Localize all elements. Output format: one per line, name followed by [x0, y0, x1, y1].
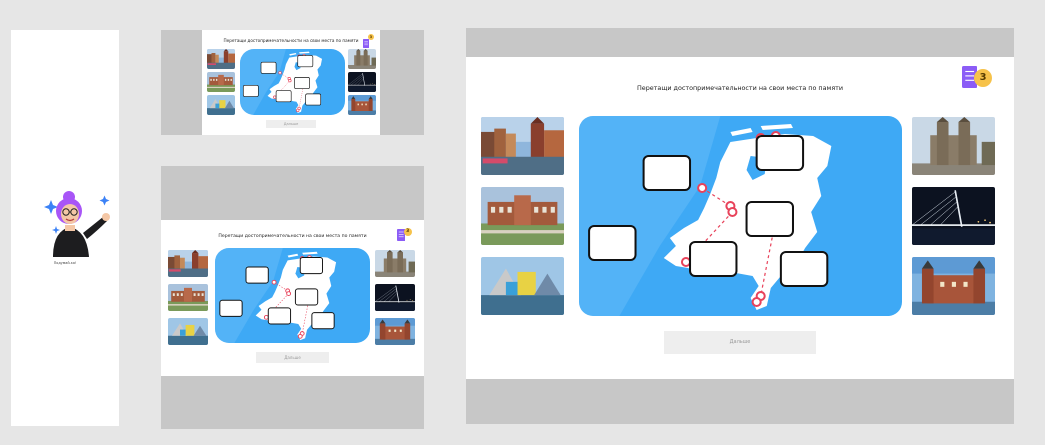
bottom-frame — [466, 379, 1014, 424]
map-marker — [697, 183, 708, 193]
drop-target-box[interactable] — [311, 312, 335, 330]
amsterdam-canal-photo[interactable] — [168, 250, 208, 277]
groninger-museum-photo[interactable] — [207, 95, 235, 115]
het-loo-palace-photo[interactable] — [168, 284, 208, 311]
map-marker — [286, 291, 292, 296]
maastricht-basilica-photo[interactable] — [912, 117, 995, 175]
map-marker — [288, 79, 292, 83]
drop-target-box[interactable] — [267, 307, 292, 325]
amsterdam-canal-photo[interactable] — [207, 49, 235, 69]
muiderslot-castle-photo[interactable] — [375, 318, 415, 345]
drop-target-box[interactable] — [297, 55, 314, 68]
drop-target-box[interactable] — [299, 257, 324, 275]
drop-target-box[interactable] — [689, 241, 738, 277]
netherlands-map — [579, 116, 902, 316]
erasmus-bridge-photo[interactable] — [375, 284, 415, 311]
amsterdam-canal-photo[interactable] — [481, 117, 564, 175]
side-frame-left — [161, 30, 202, 135]
top-frame — [161, 166, 424, 220]
preview-content-medium: Перетащи достопримечательности на свои м… — [161, 220, 424, 376]
muiderslot-castle-photo[interactable] — [912, 257, 995, 315]
continue-button[interactable]: Дальше — [256, 352, 329, 363]
maastricht-basilica-photo[interactable] — [375, 250, 415, 277]
drop-target-box[interactable] — [588, 225, 637, 261]
map-marker — [680, 257, 692, 267]
drop-target-box[interactable] — [245, 266, 269, 284]
map-marker — [296, 108, 300, 113]
score-badge: 3 — [403, 227, 412, 236]
mascot-caption: Подумай-ка! — [53, 261, 77, 265]
drop-target-box[interactable] — [745, 201, 794, 237]
drop-target-box[interactable] — [294, 288, 319, 306]
top-frame — [466, 28, 1014, 57]
het-loo-palace-photo[interactable] — [207, 72, 235, 92]
netherlands-map — [215, 248, 370, 343]
continue-button[interactable]: Дальше — [664, 331, 816, 354]
map-marker — [273, 95, 277, 99]
bottom-frame — [161, 376, 424, 429]
mascot-girl-illustration — [44, 191, 110, 257]
erasmus-bridge-photo[interactable] — [912, 187, 995, 245]
drop-target-box[interactable] — [642, 155, 692, 191]
drop-target-box[interactable] — [755, 135, 805, 171]
preview-screen-small: Перетащи достопримечательности на свои м… — [161, 30, 424, 135]
continue-button[interactable]: Дальше — [266, 120, 316, 128]
drop-target-box[interactable] — [305, 93, 322, 106]
map-marker — [263, 314, 269, 320]
drop-target-box[interactable] — [779, 251, 829, 287]
map-marker — [278, 71, 282, 75]
groninger-museum-photo[interactable] — [168, 318, 208, 345]
side-frame-right — [380, 30, 424, 135]
task-title: Перетащи достопримечательности на свои м… — [636, 84, 844, 92]
map-marker — [297, 333, 303, 339]
preview-content-small: Перетащи достопримечательности на свои м… — [202, 30, 380, 135]
drop-target-box[interactable] — [219, 299, 243, 317]
map-marker — [751, 297, 762, 307]
maastricht-basilica-photo[interactable] — [348, 49, 376, 69]
drop-target-box[interactable] — [275, 90, 292, 103]
erasmus-bridge-photo[interactable] — [348, 72, 376, 92]
map-marker — [727, 207, 738, 217]
task-title: Перетащи достопримечательности на свои м… — [223, 38, 359, 43]
drop-target-box[interactable] — [242, 84, 259, 97]
preview-screen-medium: Перетащи достопримечательности на свои м… — [161, 166, 424, 429]
task-title: Перетащи достопримечательности на свои м… — [218, 234, 367, 239]
drop-target-box[interactable] — [294, 77, 310, 89]
preview-screen-large: Перетащи достопримечательности на свои м… — [466, 28, 1014, 424]
het-loo-palace-photo[interactable] — [481, 187, 564, 245]
drop-target-box[interactable] — [260, 61, 277, 74]
preview-content-large: Перетащи достопримечательности на свои м… — [466, 57, 1014, 379]
netherlands-map — [240, 49, 345, 115]
groninger-museum-photo[interactable] — [481, 257, 564, 315]
mascot-panel: Подумай-ка! — [11, 30, 119, 426]
muiderslot-castle-photo[interactable] — [348, 95, 376, 115]
map-marker — [271, 279, 277, 285]
